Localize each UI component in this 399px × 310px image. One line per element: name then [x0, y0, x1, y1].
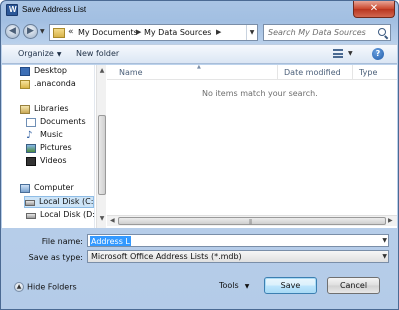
address-bar[interactable]: « My Documents ▶ My Data Sources ▶ ▼ — [49, 24, 258, 41]
file-list-horizontal-scrollbar[interactable]: ◀ ||| ▶ — [107, 215, 397, 226]
recent-locations-dropdown[interactable]: ▼ — [40, 28, 45, 35]
sort-indicator-icon: ▲ — [197, 64, 201, 70]
navigation-pane: Desktop .anaconda Libraries Documents ♪ … — [2, 65, 95, 228]
pictures-icon — [26, 144, 36, 153]
forward-arrow-icon: ▶ — [27, 26, 34, 36]
save-as-type-label: Save as type: — [28, 253, 83, 262]
hide-folders-toggle[interactable]: ▲ Hide Folders — [14, 282, 77, 292]
chevron-down-icon: ▼ — [56, 51, 62, 58]
search-icon[interactable] — [378, 28, 386, 36]
breadcrumb-my-data-sources[interactable]: My Data Sources — [144, 28, 211, 37]
forward-button[interactable]: ▶ — [23, 24, 38, 39]
scroll-left-icon[interactable]: ◀ — [110, 217, 115, 224]
close-button[interactable]: ✕ — [353, 1, 395, 18]
scrollbar-thumb[interactable] — [98, 115, 106, 195]
window-title: Save Address List — [22, 5, 87, 14]
scroll-down-icon[interactable]: ▼ — [98, 215, 106, 222]
column-name-header[interactable]: Name — [119, 68, 143, 77]
cancel-button[interactable]: Cancel — [327, 277, 380, 294]
computer-icon — [20, 184, 30, 193]
breadcrumb-separator-icon[interactable]: ▶ — [136, 28, 141, 36]
breadcrumb-my-documents[interactable]: My Documents — [78, 28, 138, 37]
chevron-down-icon: ▼ — [244, 283, 250, 290]
folder-icon — [20, 80, 30, 89]
videos-icon — [26, 157, 36, 166]
chevron-up-icon: ▲ — [14, 282, 24, 292]
chevron-down-icon[interactable]: ▼ — [382, 237, 387, 244]
word-app-icon: W — [6, 4, 18, 16]
title-bar: W Save Address List ✕ — [1, 1, 398, 21]
empty-folder-message: No items match your search. — [202, 89, 318, 98]
command-bar: Organize ▼ New folder ▼ ? — [2, 44, 397, 64]
scroll-up-icon[interactable]: ▲ — [98, 67, 106, 74]
close-icon: ✕ — [369, 3, 379, 14]
breadcrumb-separator-icon[interactable]: ▶ — [216, 28, 221, 36]
address-dropdown-button[interactable]: ▼ — [246, 25, 257, 40]
back-arrow-icon: ◀ — [9, 26, 16, 36]
browser-pane: Desktop .anaconda Libraries Documents ♪ … — [2, 64, 397, 228]
breadcrumb-overflow[interactable]: « — [68, 27, 74, 37]
column-type-header[interactable]: Type — [359, 68, 377, 77]
folder-icon — [53, 28, 65, 38]
file-name-label: File name: — [41, 237, 83, 246]
libraries-icon — [20, 105, 30, 114]
column-header-row: ▲ Name Date modified Type — [107, 64, 397, 80]
dialog-footer: ▲ Hide Folders Tools ▼ Save Cancel — [2, 271, 397, 309]
music-icon: ♪ — [26, 130, 33, 141]
change-view-icon[interactable] — [333, 49, 343, 58]
desktop-icon — [20, 67, 30, 76]
documents-icon — [26, 118, 36, 127]
scrollbar-thumb[interactable]: ||| — [118, 217, 386, 225]
view-options-dropdown[interactable]: ▼ — [348, 50, 353, 57]
file-list-pane[interactable]: ▲ Name Date modified Type No items match… — [107, 64, 397, 228]
search-box[interactable] — [263, 24, 391, 41]
scroll-right-icon[interactable]: ▶ — [388, 217, 393, 224]
back-button[interactable]: ◀ — [5, 24, 20, 39]
save-dialog-window: W Save Address List ✕ ◀ ▶ ▼ « My Documen… — [0, 0, 399, 310]
disk-icon — [26, 213, 36, 219]
column-divider[interactable] — [277, 65, 278, 80]
organize-menu[interactable]: Organize ▼ — [18, 49, 61, 58]
tools-menu[interactable]: Tools ▼ — [219, 281, 249, 290]
new-folder-button[interactable]: New folder — [76, 49, 119, 58]
file-name-input[interactable] — [90, 236, 131, 246]
navigation-pane-scrollbar[interactable]: ▲ ▼ — [96, 65, 106, 228]
search-input[interactable] — [268, 26, 372, 39]
save-as-type-select[interactable]: Microsoft Office Address Lists (*.mdb) ▼ — [87, 250, 389, 263]
help-icon[interactable]: ? — [372, 48, 384, 60]
disk-icon — [25, 200, 35, 206]
file-name-combobox[interactable]: ▼ — [87, 234, 389, 247]
save-as-type-value: Microsoft Office Address Lists (*.mdb) — [91, 252, 242, 261]
nav-item-local-disk-c[interactable]: Local Disk (C:) — [24, 196, 94, 208]
column-date-modified-header[interactable]: Date modified — [284, 68, 341, 77]
chevron-down-icon[interactable]: ▼ — [382, 253, 387, 260]
grip-icon: ||| — [249, 219, 252, 225]
column-divider[interactable] — [352, 65, 353, 80]
save-button[interactable]: Save — [264, 277, 317, 294]
